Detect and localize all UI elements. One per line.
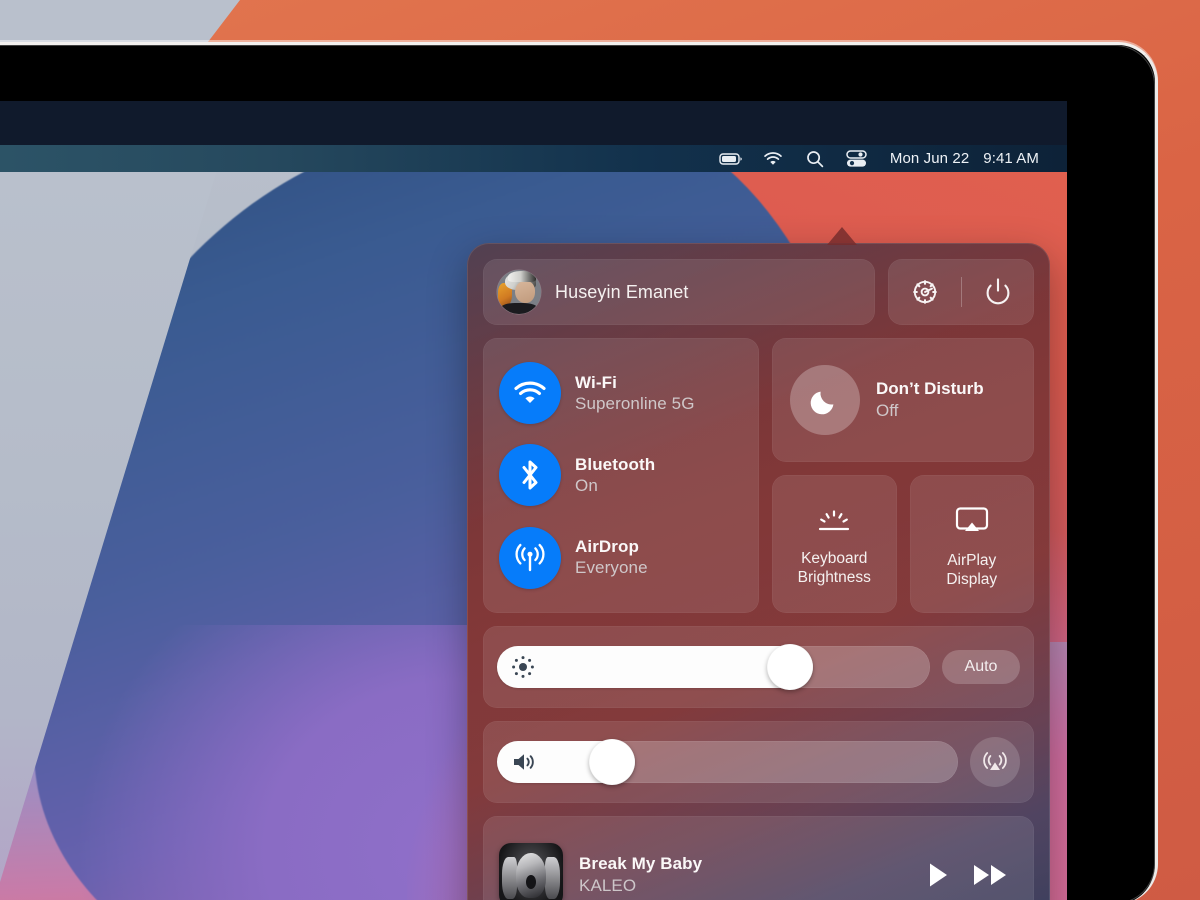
do-not-disturb-title: Don’t Disturb [876,379,984,398]
search-icon[interactable] [794,145,836,172]
menubar-date: Mon Jun 22 [889,150,970,167]
control-center-middle: Wi-Fi Superonline 5G Bluetooth On AirDro… [483,338,1034,613]
airdrop-row[interactable]: AirDrop Everyone [483,524,759,592]
now-playing-controls [926,861,1018,889]
brightness-slider-track[interactable] [497,644,930,690]
laptop-frame: Mon Jun 22 9:41 AM Huseyin Emanet Wi-Fi … [0,42,1158,900]
menubar-time: 9:41 AM [983,150,1039,167]
bluetooth-title: Bluetooth [575,454,656,474]
avatar-detail-body [501,302,537,314]
now-playing-artist: KALEO [579,875,637,895]
power-icon[interactable] [971,270,1025,314]
battery-icon[interactable] [710,145,752,172]
actions-divider [961,277,962,307]
wifi-subtitle: Superonline 5G [575,393,695,413]
airplay-display-tile[interactable]: AirPlay Display [909,475,1034,613]
album-artwork[interactable] [499,842,563,900]
gear-icon[interactable] [898,270,952,314]
do-not-disturb-tile[interactable]: Don’t Disturb Off [772,338,1034,462]
user-name: Huseyin Emanet [555,281,689,302]
speaker-icon [511,750,539,774]
avatar-detail-headphones [508,270,536,283]
now-playing-title: Break My Baby [579,853,703,873]
fast-forward-icon[interactable] [972,861,1010,889]
keyboard-brightness-line2: Brightness [797,568,871,586]
quick-actions-tile [888,259,1034,325]
user-tile[interactable]: Huseyin Emanet [483,259,875,325]
keyboard-brightness-tile[interactable]: Keyboard Brightness [772,475,897,613]
bluetooth-subtitle: On [575,475,598,495]
wifi-icon[interactable] [752,145,794,172]
user-avatar [497,270,541,314]
small-tiles-row: Keyboard Brightness AirPlay Display [772,475,1034,613]
airdrop-title: AirDrop [575,537,639,557]
airplay-display-line2: Display [946,570,998,588]
laptop-screen: Mon Jun 22 9:41 AM Huseyin Emanet Wi-Fi … [0,101,1067,900]
brightness-slider-knob[interactable] [767,644,814,690]
airplay-audio-icon[interactable] [970,737,1020,787]
menu-bar: Mon Jun 22 9:41 AM [0,145,1067,172]
control-center-icon[interactable] [836,145,878,172]
control-center-right-column: Don’t Disturb Off Keyboard Brightness Ai… [772,338,1034,613]
artwork-detail-mouth [525,874,537,889]
volume-slider-track[interactable] [497,739,958,785]
volume-slider-tile [483,721,1034,803]
brightness-slider-fill [497,646,814,688]
airplay-display-label: AirPlay Display [946,551,997,589]
wifi-icon[interactable] [499,362,561,425]
connectivity-tile: Wi-Fi Superonline 5G Bluetooth On AirDro… [483,338,759,613]
avatar-detail-face [514,280,535,304]
artwork-detail-right [545,856,561,899]
volume-slider-knob[interactable] [589,739,636,785]
bluetooth-row[interactable]: Bluetooth On [483,441,759,509]
wifi-title: Wi-Fi [575,372,617,392]
now-playing-tile: Break My Baby KALEO [483,816,1034,900]
control-center-header: Huseyin Emanet [483,259,1034,325]
wifi-row[interactable]: Wi-Fi Superonline 5G [483,359,759,427]
keyboard-brightness-line1: Keyboard [801,549,868,567]
airdrop-icon[interactable] [499,526,561,589]
moon-icon[interactable] [790,365,860,435]
airdrop-subtitle: Everyone [575,558,648,578]
airplay-display-line1: AirPlay [947,551,997,569]
control-center-panel: Huseyin Emanet Wi-Fi Superonline 5G Blue… [467,243,1050,900]
bluetooth-icon[interactable] [499,444,561,507]
do-not-disturb-subtitle: Off [876,401,899,420]
keyboard-brightness-icon [814,508,854,539]
sun-icon [511,655,535,679]
play-icon[interactable] [926,861,950,889]
brightness-slider-tile: Auto [483,626,1034,708]
control-center-pointer [827,227,857,245]
brightness-auto-button[interactable]: Auto [942,650,1020,684]
keyboard-brightness-label: Keyboard Brightness [798,549,871,587]
artwork-detail-left [501,856,517,899]
airplay-display-icon [953,506,991,541]
now-playing-labels: Break My Baby KALEO [579,854,910,896]
